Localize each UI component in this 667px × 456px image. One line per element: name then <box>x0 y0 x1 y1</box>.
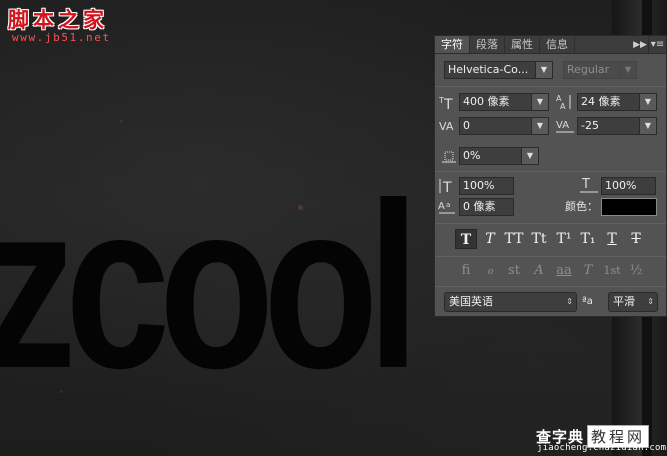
svg-text:A: A <box>560 102 566 110</box>
subscript-button[interactable]: T₁ <box>577 229 599 249</box>
antialias-value: 平滑 <box>613 295 635 308</box>
tsume-value: 0% <box>463 149 481 162</box>
horizontal-scale-input[interactable]: 100% <box>601 177 656 195</box>
tracking-input[interactable]: -25 ▼ <box>577 117 657 135</box>
panel-divider <box>435 171 666 172</box>
panel-tab-bar: 字符 段落 属性 信息 ▶▶ ▾≡ <box>435 36 666 54</box>
titling-alternates-button[interactable]: T <box>577 261 599 281</box>
strikethrough-button[interactable]: T <box>625 229 647 249</box>
tab-paragraph[interactable]: 段落 <box>470 36 505 53</box>
horizontal-scale-icon: T <box>579 177 599 193</box>
font-family-value: Helvetica-Co... <box>448 63 529 76</box>
chevron-down-icon[interactable]: ▼ <box>521 148 538 164</box>
antialias-icon: ªa <box>582 296 593 307</box>
kerning-value: 0 <box>463 119 470 132</box>
leading-input[interactable]: 24 像素 ▼ <box>577 93 657 111</box>
canvas-speck <box>120 120 123 123</box>
small-caps-button[interactable]: Tt <box>528 229 550 249</box>
svg-text:VA: VA <box>556 120 569 131</box>
vertical-scale-input[interactable]: 100% <box>459 177 514 195</box>
panel-divider <box>435 223 666 224</box>
up-down-arrows-icon: ⇕ <box>647 297 654 306</box>
canvas-text-layer[interactable]: zcool <box>0 168 420 404</box>
baseline-shift-input[interactable]: 0 像素 <box>459 198 514 216</box>
chevron-down-icon[interactable]: ▼ <box>639 94 656 110</box>
ordinals-button[interactable]: 1st <box>601 261 623 281</box>
faux-bold-button[interactable]: T <box>455 229 477 249</box>
chevron-down-icon[interactable]: ▼ <box>619 62 636 78</box>
font-style-select[interactable]: Regular ▼ <box>563 61 637 79</box>
tracking-icon: VA <box>555 118 575 134</box>
panel-divider <box>435 86 666 87</box>
all-caps-button[interactable]: TT <box>503 229 525 249</box>
vertical-scale-icon: T <box>438 178 456 194</box>
tsume-icon <box>441 148 457 164</box>
kerning-select[interactable]: 0 ▼ <box>459 117 549 135</box>
bottom-watermark-url: jiaocheng.chazidian.com <box>537 443 667 453</box>
svg-text:T: T <box>581 177 590 192</box>
svg-text:A: A <box>438 201 445 212</box>
site-watermark-title: 脚本之家 <box>8 7 108 32</box>
svg-text:T: T <box>442 180 452 194</box>
panel-menu-icon[interactable]: ▾≡ <box>648 36 666 53</box>
tracking-value: -25 <box>581 119 599 132</box>
text-color-swatch[interactable] <box>601 198 657 216</box>
tab-properties[interactable]: 属性 <box>505 36 540 53</box>
font-size-icon: TT <box>439 94 457 110</box>
character-panel: 字符 段落 属性 信息 ▶▶ ▾≡ Helvetica-Co... ▼ Regu… <box>434 35 667 317</box>
chevron-down-icon[interactable]: ▼ <box>531 94 548 110</box>
leading-value: 24 像素 <box>581 95 621 108</box>
svg-text:a: a <box>446 201 450 209</box>
baseline-shift-icon: Aa <box>438 199 456 215</box>
language-value: 美国英语 <box>449 295 493 308</box>
color-label: 颜色： <box>565 200 598 213</box>
faux-italic-button[interactable]: T <box>479 229 501 249</box>
font-size-input[interactable]: 400 像素 ▼ <box>459 93 549 111</box>
panel-divider <box>435 256 666 257</box>
chevron-down-icon[interactable]: ▼ <box>639 118 656 134</box>
font-family-select[interactable]: Helvetica-Co... ▼ <box>444 61 553 79</box>
antialias-select[interactable]: 平滑 ⇕ <box>608 292 658 312</box>
site-watermark-url: www.jb51.net <box>12 31 111 44</box>
font-size-value: 400 像素 <box>463 95 510 108</box>
svg-text:T: T <box>443 97 453 110</box>
swash-button[interactable]: A <box>528 261 550 281</box>
panel-divider <box>435 286 666 287</box>
standard-ligatures-button[interactable]: fi <box>455 261 477 281</box>
svg-text:VA: VA <box>439 120 454 133</box>
chevron-down-icon[interactable]: ▼ <box>531 118 548 134</box>
tsume-select[interactable]: 0% ▼ <box>459 147 539 165</box>
font-style-value: Regular <box>567 63 610 76</box>
superscript-button[interactable]: T¹ <box>553 229 575 249</box>
language-select[interactable]: 美国英语 ⇕ <box>444 292 577 312</box>
double-chevron-right-icon[interactable]: ▶▶ <box>632 36 648 53</box>
tab-info[interactable]: 信息 <box>540 36 575 53</box>
discretionary-ligatures-button[interactable]: st <box>503 261 525 281</box>
chevron-down-icon[interactable]: ▼ <box>535 62 552 78</box>
stylistic-alternates-button[interactable]: aa <box>553 261 575 281</box>
leading-icon: AA <box>555 94 575 110</box>
up-down-arrows-icon: ⇕ <box>566 297 573 306</box>
underline-button[interactable]: T <box>601 229 623 249</box>
tab-character[interactable]: 字符 <box>435 36 470 53</box>
kerning-icon: VA <box>439 118 457 134</box>
contextual-alternates-button[interactable]: ℴ <box>479 261 501 281</box>
fractions-button[interactable]: ½ <box>625 261 647 281</box>
